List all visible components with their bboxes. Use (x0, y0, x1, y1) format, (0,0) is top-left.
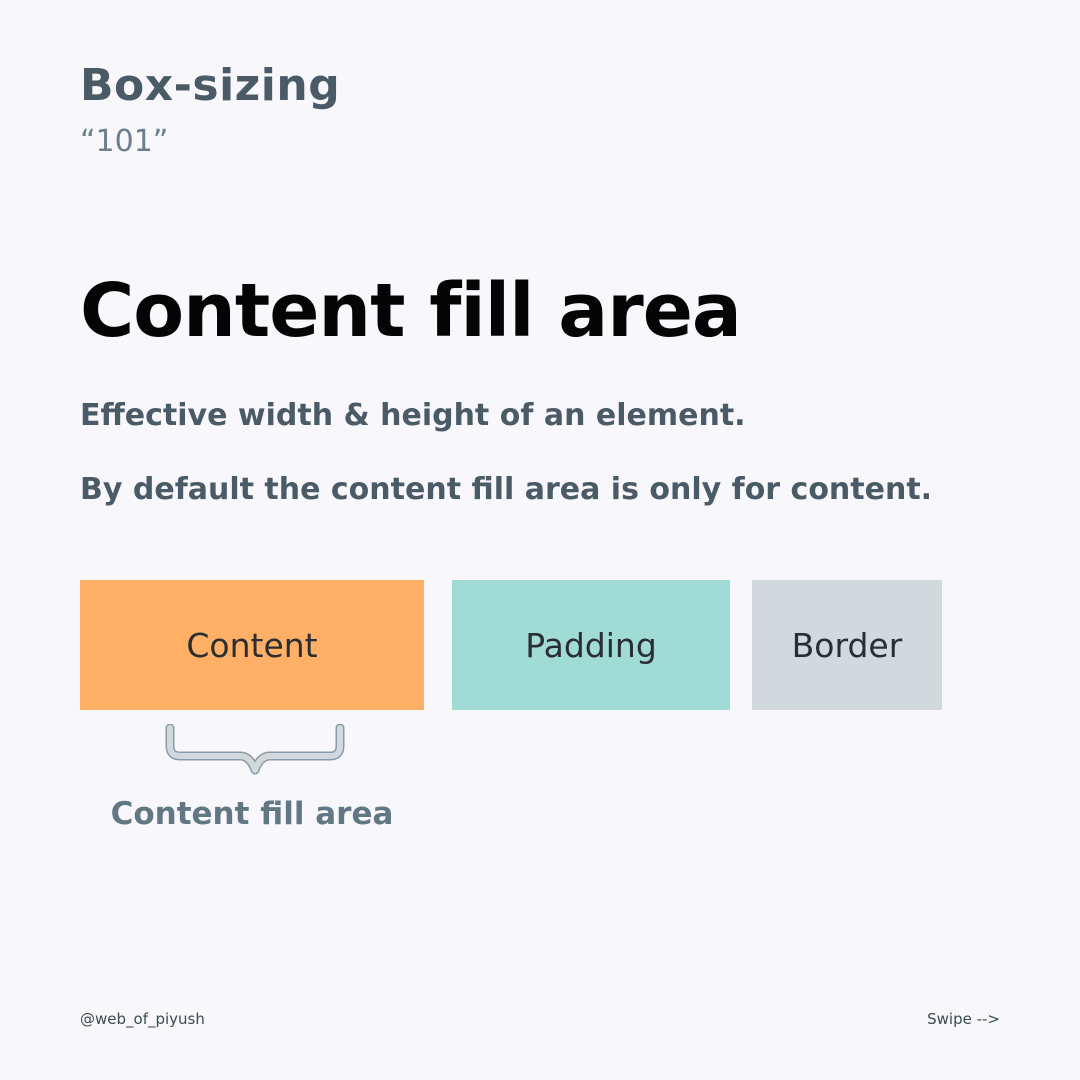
content-box: Content (80, 580, 424, 710)
padding-box: Padding (452, 580, 730, 710)
description-line-2: By default the content fill area is only… (80, 472, 933, 507)
series-title: Box-sizing (80, 60, 341, 111)
content-box-label: Content (186, 625, 318, 665)
swipe-hint: Swipe --> (927, 1010, 1000, 1028)
content-fill-area-label: Content fill area (110, 796, 394, 832)
series-subtitle: “101” (80, 124, 169, 159)
border-box: Border (752, 580, 942, 710)
padding-box-label: Padding (525, 625, 657, 665)
border-box-label: Border (791, 625, 903, 665)
author-handle: @web_of_piyush (80, 1010, 205, 1028)
curly-brace-icon (165, 724, 345, 775)
page-heading: Content fill area (80, 268, 742, 354)
description-line-1: Effective width & height of an element. (80, 398, 746, 433)
